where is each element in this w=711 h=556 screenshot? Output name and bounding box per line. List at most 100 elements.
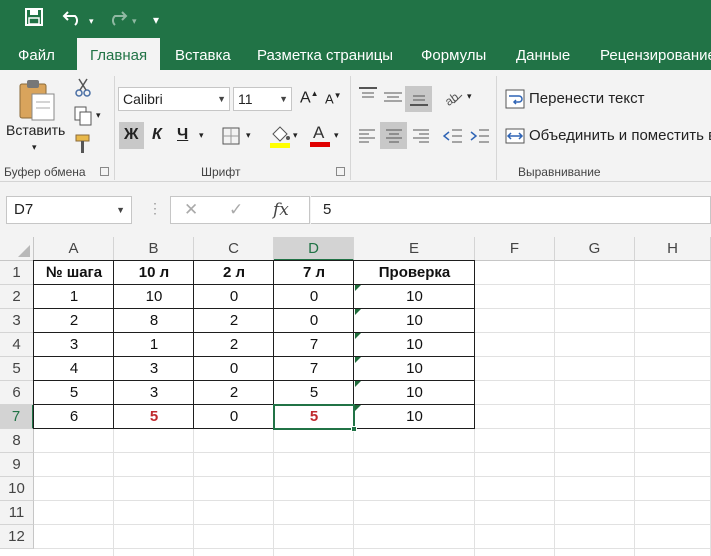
resize-dots-icon[interactable]: ⋮ — [148, 200, 162, 217]
table-cell[interactable]: 0 — [194, 285, 274, 309]
align-left-icon[interactable] — [358, 128, 378, 148]
cancel-icon[interactable]: ✕ — [184, 200, 198, 220]
row-header-11[interactable]: 11 — [0, 501, 34, 525]
underline-dropdown-icon[interactable]: ▾ — [199, 130, 204, 141]
tab-insert[interactable]: Вставка — [175, 38, 231, 70]
table-cell[interactable]: 0 — [194, 357, 274, 381]
row-header-7[interactable]: 7 — [0, 405, 34, 429]
align-center-icon[interactable] — [384, 128, 404, 148]
fill-color-dropdown-icon[interactable]: ▾ — [293, 130, 298, 141]
table-cell[interactable]: 8 — [114, 309, 194, 333]
decrease-font-icon[interactable]: A▼ — [325, 91, 342, 106]
table-cell[interactable]: 10 — [354, 309, 475, 333]
merge-center-button[interactable]: Объединить и поместить в — [529, 127, 711, 144]
table-cell[interactable]: 0 — [194, 405, 274, 429]
table-cell[interactable]: 5 — [274, 405, 354, 429]
row-header-2[interactable]: 2 — [0, 285, 34, 309]
align-top-icon[interactable] — [358, 87, 378, 107]
tab-data[interactable]: Данные — [516, 38, 570, 70]
table-cell[interactable]: 7 — [274, 333, 354, 357]
increase-font-icon[interactable]: A▲ — [300, 89, 319, 107]
wrap-text-button[interactable]: Перенести текст — [529, 90, 645, 107]
font-color-dropdown-icon[interactable]: ▾ — [334, 130, 339, 141]
tab-review[interactable]: Рецензирование — [600, 38, 711, 70]
undo-dropdown-icon[interactable]: ▾ — [89, 12, 94, 32]
select-all-corner[interactable] — [0, 237, 34, 261]
table-header-cell[interactable]: № шага — [34, 261, 114, 285]
table-cell[interactable]: 2 — [194, 333, 274, 357]
table-cell[interactable]: 0 — [274, 285, 354, 309]
bold-button[interactable]: Ж — [124, 126, 138, 144]
align-bottom-icon[interactable] — [409, 90, 429, 112]
column-header-c[interactable]: C — [194, 237, 274, 261]
table-cell[interactable]: 5 — [114, 405, 194, 429]
table-cell[interactable]: 10 — [354, 285, 475, 309]
format-painter-icon[interactable] — [74, 134, 92, 158]
table-cell[interactable]: 1 — [114, 333, 194, 357]
column-header-f[interactable]: F — [475, 237, 555, 261]
undo-icon[interactable] — [62, 8, 84, 31]
table-cell[interactable]: 4 — [34, 357, 114, 381]
customize-toolbar-icon[interactable]: ▾ — [153, 10, 159, 30]
column-header-a[interactable]: A — [34, 237, 114, 261]
cut-icon[interactable] — [74, 78, 92, 102]
paste-icon[interactable] — [16, 78, 58, 126]
save-icon[interactable] — [25, 8, 43, 31]
table-cell[interactable]: 10 — [354, 405, 475, 429]
table-cell[interactable]: 6 — [34, 405, 114, 429]
table-cell[interactable]: 7 — [274, 357, 354, 381]
tab-home[interactable]: Главная — [77, 38, 160, 70]
underline-button[interactable]: Ч — [177, 126, 188, 144]
column-header-e[interactable]: E — [354, 237, 475, 261]
row-header-1[interactable]: 1 — [0, 261, 34, 285]
redo-icon[interactable] — [106, 8, 128, 31]
row-header-4[interactable]: 4 — [0, 333, 34, 357]
name-box[interactable]: D7 ▼ — [6, 196, 132, 224]
table-cell[interactable]: 5 — [274, 381, 354, 405]
paste-button[interactable]: Вставить — [6, 122, 65, 138]
table-cell[interactable]: 10 — [354, 381, 475, 405]
borders-dropdown-icon[interactable]: ▾ — [246, 130, 251, 141]
font-launcher-icon[interactable] — [336, 167, 345, 176]
increase-indent-icon[interactable] — [470, 127, 490, 149]
error-indicator-icon[interactable] — [355, 405, 361, 411]
column-header-b[interactable]: B — [114, 237, 194, 261]
redo-dropdown-icon[interactable]: ▾ — [132, 12, 137, 32]
table-cell[interactable]: 3 — [114, 357, 194, 381]
column-header-g[interactable]: G — [555, 237, 635, 261]
error-indicator-icon[interactable] — [355, 357, 361, 363]
copy-icon[interactable] — [74, 106, 92, 130]
row-header-8[interactable]: 8 — [0, 429, 34, 453]
align-right-icon[interactable] — [410, 128, 430, 148]
tab-formulas[interactable]: Формулы — [421, 38, 486, 70]
align-middle-icon[interactable] — [383, 90, 403, 110]
row-header-9[interactable]: 9 — [0, 453, 34, 477]
enter-icon[interactable]: ✓ — [229, 200, 243, 220]
table-cell[interactable]: 2 — [194, 309, 274, 333]
clipboard-launcher-icon[interactable] — [100, 167, 109, 176]
fill-handle[interactable] — [351, 426, 357, 432]
tab-page-layout[interactable]: Разметка страницы — [257, 38, 393, 70]
fill-color-icon[interactable] — [269, 124, 291, 152]
table-header-cell[interactable]: 7 л — [274, 261, 354, 285]
table-cell[interactable]: 5 — [34, 381, 114, 405]
tab-file[interactable]: Файл — [18, 38, 55, 70]
font-size-combo[interactable]: 11 ▼ — [233, 87, 292, 111]
error-indicator-icon[interactable] — [355, 285, 361, 291]
row-header-12[interactable]: 12 — [0, 525, 34, 549]
borders-icon[interactable] — [222, 127, 240, 149]
error-indicator-icon[interactable] — [355, 309, 361, 315]
table-cell[interactable]: 10 — [114, 285, 194, 309]
column-header-h[interactable]: H — [635, 237, 711, 261]
table-cell[interactable]: 2 — [34, 309, 114, 333]
table-cell[interactable]: 2 — [194, 381, 274, 405]
merge-center-icon[interactable] — [505, 126, 525, 150]
error-indicator-icon[interactable] — [355, 333, 361, 339]
column-header-d[interactable]: D — [274, 237, 354, 261]
row-header-3[interactable]: 3 — [0, 309, 34, 333]
table-header-cell[interactable]: 10 л — [114, 261, 194, 285]
orientation-icon[interactable]: ab — [442, 89, 464, 111]
font-color-icon[interactable]: A — [309, 122, 331, 152]
insert-function-icon[interactable]: fx — [273, 200, 289, 220]
row-header-5[interactable]: 5 — [0, 357, 34, 381]
